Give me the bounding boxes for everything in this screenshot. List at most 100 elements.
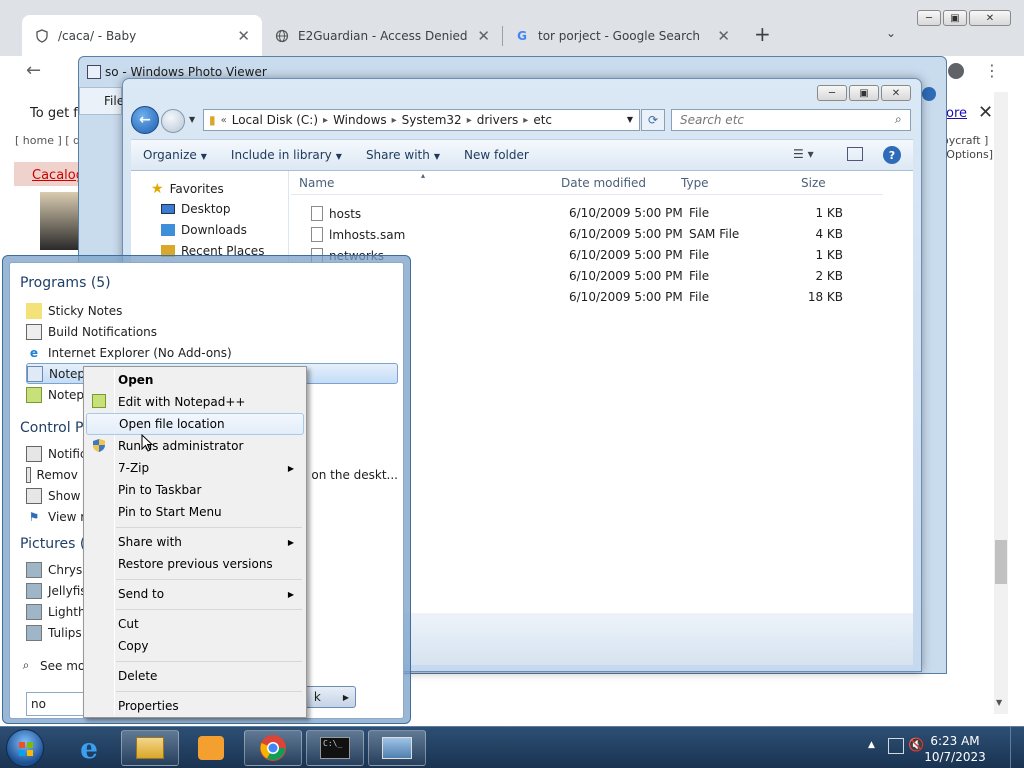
help-icon[interactable]: ? xyxy=(883,146,901,164)
share-with-button[interactable]: Share with ▼ xyxy=(354,148,452,162)
address-bar[interactable]: ▮ « Local Disk (C:) ▸ Windows ▸ System32… xyxy=(203,109,640,131)
folder-icon: ▮ xyxy=(209,113,216,127)
picture-label: Tulips xyxy=(48,625,82,640)
control-panel-icon xyxy=(26,466,31,483)
breadcrumb-segment[interactable]: System32 xyxy=(397,113,467,127)
file-row[interactable]: lmhosts.sam 6/10/2009 5:00 PM SAM File 4… xyxy=(291,224,883,245)
taskbar-photo-viewer[interactable] xyxy=(368,730,426,766)
refresh-icon[interactable]: ⟳ xyxy=(641,109,665,131)
include-in-library-button[interactable]: Include in library ▼ xyxy=(219,148,354,162)
organize-button[interactable]: Organize ▼ xyxy=(131,148,219,162)
network-icon[interactable] xyxy=(888,738,904,754)
nav-favorites[interactable]: ★ Favorites xyxy=(151,181,224,197)
column-date[interactable]: Date modified xyxy=(561,176,646,190)
menu-share-with[interactable]: Share with ▶ xyxy=(86,531,304,553)
maximize-icon[interactable]: ▣ xyxy=(943,10,967,26)
page-link[interactable]: Cacalog xyxy=(32,168,84,183)
column-size[interactable]: Size xyxy=(801,176,826,190)
page-nav-text[interactable]: [ home ] [ q xyxy=(15,134,80,147)
volume-muted-icon[interactable]: 🔇 xyxy=(908,738,924,753)
tab-e2guardian[interactable]: E2Guardian - Access Denied ✕ xyxy=(262,15,502,56)
media-player-icon xyxy=(198,736,224,760)
view-options-icon[interactable]: ☰ ▾ xyxy=(793,147,814,161)
menu-copy[interactable]: Copy xyxy=(86,635,304,657)
breadcrumb-segment[interactable]: drivers xyxy=(472,113,524,127)
programs-header[interactable]: Programs (5) xyxy=(20,275,111,291)
menu-pin-taskbar[interactable]: Pin to Taskbar xyxy=(86,479,304,501)
photo-viewer-file-menu[interactable]: File xyxy=(79,87,124,115)
tab-google-search[interactable]: G tor porject - Google Search ✕ xyxy=(502,15,742,56)
menu-run-as-admin[interactable]: Run as administrator xyxy=(86,435,304,457)
menu-delete[interactable]: Delete xyxy=(86,665,304,687)
nav-downloads[interactable]: Downloads xyxy=(161,223,247,237)
maximize-icon[interactable]: ▣ xyxy=(849,85,879,101)
tab-search-chevron-icon[interactable]: ⌄ xyxy=(886,26,896,40)
breadcrumb-segment[interactable]: Windows xyxy=(328,113,392,127)
menu-open-file-location[interactable]: Open file location xyxy=(86,413,304,435)
taskbar-chrome[interactable] xyxy=(244,730,302,766)
menu-send-to[interactable]: Send to ▶ xyxy=(86,583,304,605)
menu-7zip[interactable]: 7-Zip ▶ xyxy=(86,457,304,479)
start-button[interactable] xyxy=(6,729,44,767)
profile-avatar-icon[interactable] xyxy=(948,63,964,79)
menu-open[interactable]: Open xyxy=(86,369,304,391)
new-tab-icon[interactable]: + xyxy=(754,22,771,46)
system-clock[interactable]: 6:23 AM 10/7/2023 xyxy=(924,733,986,765)
menu-properties[interactable]: Properties xyxy=(86,695,304,717)
close-icon[interactable]: ✕ xyxy=(881,85,911,101)
column-name[interactable]: Name xyxy=(299,176,334,190)
search-icon: ⌕ xyxy=(22,658,30,672)
preview-pane-icon[interactable] xyxy=(847,147,863,161)
close-tab-icon[interactable]: ✕ xyxy=(717,27,730,45)
tab-caca[interactable]: /caca/ - Baby ✕ xyxy=(22,15,262,56)
menu-pin-start[interactable]: Pin to Start Menu xyxy=(86,501,304,523)
minimize-icon[interactable]: ─ xyxy=(817,85,847,101)
breadcrumb-segment[interactable]: Local Disk (C:) xyxy=(227,113,323,127)
taskbar-explorer[interactable] xyxy=(121,730,179,766)
menu-edit-notepadpp[interactable]: Edit with Notepad++ xyxy=(86,391,304,413)
page-options-link[interactable]: [Options] xyxy=(942,148,994,162)
search-input[interactable]: Search etc xyxy=(671,109,911,131)
program-internet-explorer[interactable]: e Internet Explorer (No Add-ons) xyxy=(26,342,398,363)
file-icon xyxy=(311,227,323,242)
scroll-down-icon[interactable]: ▼ xyxy=(996,698,1002,707)
clock-time: 6:23 AM xyxy=(930,734,980,748)
page-scrollbar[interactable]: ▼ xyxy=(994,92,1008,714)
more-link[interactable]: ore xyxy=(946,106,967,121)
close-tab-icon[interactable]: ✕ xyxy=(237,27,250,45)
nav-desktop[interactable]: Desktop xyxy=(161,202,231,216)
file-type: File xyxy=(689,290,710,304)
page-right-text[interactable]: oycraft ] xyxy=(942,134,994,148)
close-icon[interactable]: ✕ xyxy=(969,10,1011,26)
taskbar-cmd[interactable]: C:\_ xyxy=(306,730,364,766)
close-banner-icon[interactable]: ✕ xyxy=(978,102,993,123)
program-build-notifications[interactable]: Build Notifications xyxy=(26,321,398,342)
menu-cut[interactable]: Cut xyxy=(86,613,304,635)
address-dropdown-icon[interactable]: ▼ xyxy=(627,115,633,124)
back-arrow-icon[interactable]: ← xyxy=(26,60,41,81)
control-panel-header[interactable]: Control Pa xyxy=(20,420,91,436)
show-hidden-icons-icon[interactable]: ▲ xyxy=(868,740,875,750)
scroll-thumb[interactable] xyxy=(995,540,1007,584)
internet-explorer-icon: e xyxy=(80,731,98,765)
breadcrumb-segment[interactable]: etc xyxy=(528,113,557,127)
command-prompt-icon: C:\_ xyxy=(320,737,350,759)
recent-pages-chevron-icon[interactable]: ▼ xyxy=(189,115,195,124)
taskbar-media-player[interactable] xyxy=(182,730,240,766)
new-folder-button[interactable]: New folder xyxy=(452,148,541,162)
file-row[interactable]: hosts 6/10/2009 5:00 PM File 1 KB xyxy=(291,203,883,224)
column-type[interactable]: Type xyxy=(681,176,709,190)
forward-button[interactable] xyxy=(161,109,185,133)
minimize-icon[interactable]: ─ xyxy=(917,10,941,26)
taskbar-ie[interactable]: e xyxy=(60,730,118,766)
show-desktop-button[interactable] xyxy=(1010,727,1024,768)
menu-restore-versions[interactable]: Restore previous versions xyxy=(86,553,304,575)
program-sticky-notes[interactable]: Sticky Notes xyxy=(26,300,398,321)
close-tab-icon[interactable]: ✕ xyxy=(477,27,490,45)
back-button[interactable]: ← xyxy=(131,106,159,134)
file-date: 6/10/2009 5:00 PM xyxy=(569,227,683,241)
help-icon[interactable] xyxy=(922,87,936,101)
shutdown-arrow-icon[interactable]: ▶ xyxy=(343,693,349,702)
build-notifications-icon xyxy=(26,323,42,340)
kebab-menu-icon[interactable]: ⋮ xyxy=(984,61,1000,80)
